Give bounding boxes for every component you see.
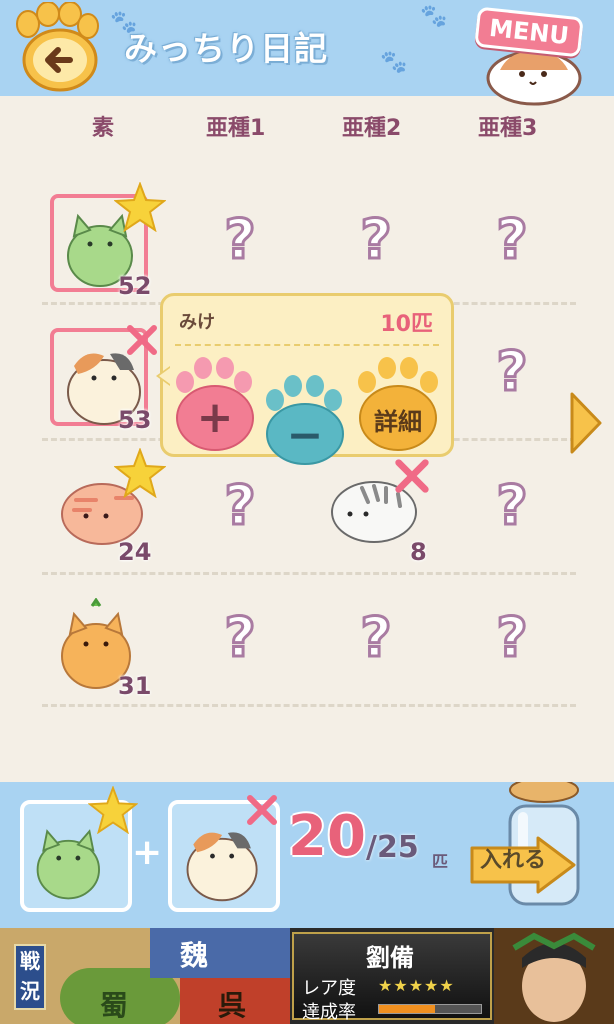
bottom-bar: + 20 /25 匹 入れる bbox=[0, 782, 614, 928]
popup-cat-count: 10匹 bbox=[380, 312, 433, 337]
ad-battle-badge: 戦況 bbox=[14, 944, 46, 1010]
column-header-base: 素 bbox=[92, 116, 115, 141]
star-icon bbox=[88, 786, 138, 834]
cat-count: 8 bbox=[410, 538, 427, 566]
unknown-cat: ? bbox=[359, 207, 393, 273]
cat-count: 52 bbox=[118, 272, 152, 300]
paw-pattern-icon: 🐾 bbox=[380, 50, 408, 75]
popup-cat-name: みけ bbox=[179, 312, 215, 333]
row-divider bbox=[42, 704, 576, 707]
ad-progress-fill bbox=[379, 1005, 436, 1013]
star-icon bbox=[114, 448, 166, 498]
ad-hero-name: 劉備 bbox=[366, 944, 414, 972]
ad-kingdom-wei: 魏 bbox=[180, 939, 209, 972]
unknown-cat: ? bbox=[223, 207, 257, 273]
ad-rarity-stars: ★★★★★ bbox=[378, 976, 455, 995]
ad-progress-bar bbox=[378, 1004, 482, 1014]
jar-count-unit: 匹 bbox=[432, 852, 449, 871]
combine-plus: + bbox=[132, 832, 163, 873]
jar-current-count: 20 bbox=[288, 804, 366, 869]
cat-count: 24 bbox=[118, 538, 152, 566]
unknown-cat: ? bbox=[495, 605, 529, 671]
unknown-cat: ? bbox=[495, 473, 529, 539]
ad-progress-label: 達成率 bbox=[302, 1002, 356, 1023]
unknown-cat: ? bbox=[359, 605, 393, 671]
jar-max-count: /25 bbox=[366, 830, 419, 865]
paw-pattern-icon: 🐾 bbox=[420, 4, 448, 29]
ad-rarity-label: レア度 bbox=[302, 978, 356, 999]
add-paw-button[interactable]: + bbox=[171, 352, 259, 452]
cat-count: 53 bbox=[118, 406, 152, 434]
unknown-cat: ? bbox=[495, 207, 529, 273]
cat-count: 31 bbox=[118, 672, 152, 700]
ad-kingdom-shu: 蜀 bbox=[100, 989, 129, 1022]
star-icon bbox=[114, 182, 166, 232]
unknown-cat: ? bbox=[495, 339, 529, 405]
column-header-subspecies-1: 亜種1 bbox=[206, 116, 266, 141]
remove-paw-button[interactable]: − bbox=[261, 372, 349, 468]
column-header-subspecies-2: 亜種2 bbox=[342, 116, 402, 141]
column-header-subspecies-3: 亜種3 bbox=[478, 116, 538, 141]
page-title: みっちり日記 bbox=[124, 29, 328, 68]
next-page-arrow-icon[interactable] bbox=[566, 388, 606, 458]
cat-detail-popup: みけ 10匹 + − 詳細 bbox=[156, 293, 454, 465]
cross-icon bbox=[395, 459, 429, 493]
unknown-cat: ? bbox=[223, 473, 257, 539]
unknown-cat: ? bbox=[223, 605, 257, 671]
popup-divider bbox=[175, 344, 439, 346]
row-divider bbox=[42, 572, 576, 575]
ad-kingdom-wu: 呉 bbox=[218, 989, 247, 1022]
ad-banner[interactable]: 魏 蜀 呉 戦況 劉備 レア度 ★★★★★ 達成率 bbox=[0, 928, 614, 1024]
ad-hero-panel: 劉備 レア度 ★★★★★ 達成率 bbox=[292, 932, 492, 1023]
plus-label: + bbox=[196, 392, 234, 443]
cross-icon bbox=[247, 795, 277, 825]
detail-label: 詳細 bbox=[374, 408, 422, 436]
minus-label: − bbox=[286, 410, 324, 461]
cross-icon bbox=[127, 325, 157, 355]
ad-hero-portrait bbox=[494, 928, 614, 1024]
detail-paw-button[interactable]: 詳細 bbox=[353, 352, 443, 452]
ad-territory-wei bbox=[150, 928, 290, 978]
back-arrow-icon[interactable] bbox=[8, 2, 104, 94]
insert-label: 入れる bbox=[480, 848, 547, 873]
